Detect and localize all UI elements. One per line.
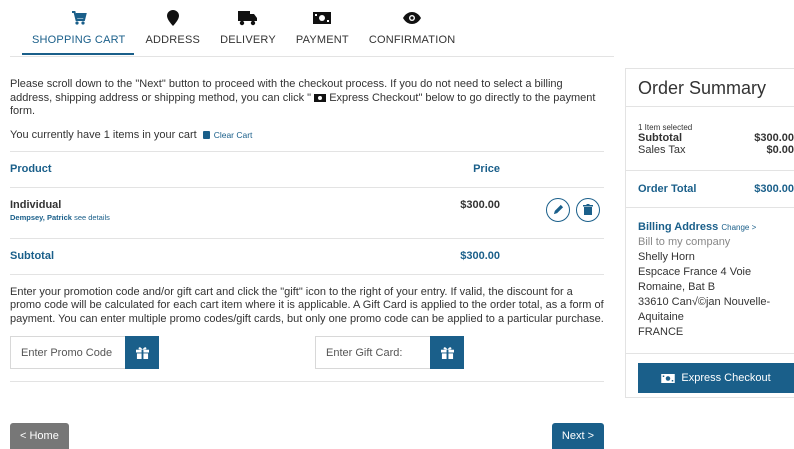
next-button[interactable]: Next >	[551, 423, 604, 449]
product-name: Individual	[10, 198, 62, 211]
cart-main: Please scroll down to the "Next" button …	[10, 78, 604, 382]
order-summary-title: Order Summary	[626, 69, 794, 107]
money-icon	[313, 8, 332, 28]
billing-line: FRANCE	[638, 326, 684, 338]
summary-total-label: Order Total	[638, 183, 697, 195]
summary-divider	[626, 353, 794, 354]
steps-divider	[10, 56, 614, 57]
order-summary: Order Summary 1 Item selected Subtotal $…	[625, 68, 794, 398]
step-shopping-cart[interactable]: SHOPPING CART	[22, 8, 135, 46]
product-header: Product	[10, 163, 52, 175]
billing-heading: Billing Address	[638, 221, 719, 233]
apply-gift-card-button[interactable]	[430, 336, 464, 369]
summary-tax-value: $0.00	[766, 144, 794, 156]
step-label: DELIVERY	[220, 34, 276, 46]
truck-icon	[237, 8, 258, 28]
subtotal-value: $300.00	[460, 250, 500, 262]
step-confirmation[interactable]: CONFIRMATION	[359, 8, 466, 46]
table-header: Product Price	[10, 152, 604, 188]
express-checkout-label: Express Checkout	[681, 372, 771, 384]
step-label: ADDRESS	[145, 34, 201, 46]
item-price: $300.00	[460, 198, 500, 211]
trash-icon[interactable]	[202, 130, 210, 139]
summary-total-line: Order Total $300.00	[638, 171, 794, 207]
gift-icon	[135, 347, 149, 359]
summary-total-value: $300.00	[754, 183, 794, 195]
billing-line: Aquitaine	[638, 311, 684, 323]
intro-text: Please scroll down to the "Next" button …	[10, 78, 604, 119]
active-step-indicator	[22, 53, 134, 55]
step-label: SHOPPING CART	[32, 34, 126, 46]
table-row: Individual Dempsey, Patrick see details …	[10, 188, 604, 239]
billing-line: Shelly Horn	[638, 251, 695, 263]
summary-subtotal-label: Subtotal	[638, 132, 682, 144]
subtotal-row: Subtotal $300.00	[10, 239, 604, 275]
money-icon	[661, 373, 676, 383]
eye-icon	[403, 8, 422, 28]
edit-item-button[interactable]	[546, 197, 570, 222]
gift-card-group	[315, 336, 464, 369]
delete-item-button[interactable]	[576, 197, 600, 222]
promo-row	[10, 336, 604, 382]
trash-icon	[583, 204, 593, 215]
subtotal-label: Subtotal	[10, 250, 54, 262]
summary-subtotal-value: $300.00	[754, 132, 794, 144]
money-icon	[314, 93, 327, 102]
billing-address: Billing Address Change > Bill to my comp…	[638, 208, 793, 340]
billing-line: Bill to my company	[638, 236, 731, 248]
map-pin-icon	[166, 8, 179, 28]
apply-promo-button[interactable]	[125, 336, 159, 369]
express-checkout-button[interactable]: Express Checkout	[638, 363, 794, 393]
promo-code-group	[10, 336, 159, 369]
promo-instructions: Enter your promotion code and/or gift ca…	[10, 285, 604, 325]
step-payment[interactable]: PAYMENT	[286, 8, 359, 46]
pencil-icon	[553, 204, 563, 215]
cart-icon	[71, 8, 87, 28]
cart-count: You currently have 1 items in your cart …	[10, 129, 604, 141]
price-header: Price	[473, 163, 500, 175]
gift-icon	[440, 347, 454, 359]
nav-buttons: < Home Next >	[10, 423, 604, 449]
checkout-steps: SHOPPING CART ADDRESS DELIVERY PAYMENT C…	[22, 8, 465, 46]
billing-line: 33610 Can√©jan Nouvelle-	[638, 296, 771, 308]
summary-subtotal-line: Subtotal $300.00	[638, 132, 794, 144]
step-delivery[interactable]: DELIVERY	[210, 8, 286, 46]
promo-code-input[interactable]	[10, 336, 125, 369]
cart-table: Product Price Individual Dempsey, Patric…	[10, 150, 604, 275]
items-selected: 1 Item selected	[638, 123, 693, 132]
see-details-link[interactable]: see details	[74, 213, 110, 222]
home-button[interactable]: < Home	[10, 423, 69, 449]
billing-line: Espcace France 4 Voie	[638, 266, 752, 278]
billing-line: Romaine, Bat B	[638, 281, 716, 293]
clear-cart-link[interactable]: Clear Cart	[214, 130, 253, 140]
change-billing-link[interactable]: Change >	[721, 223, 756, 232]
step-label: PAYMENT	[295, 34, 349, 46]
customer-name: Dempsey, Patrick	[10, 212, 72, 222]
cart-count-text: You currently have 1 items in your cart	[10, 128, 197, 141]
step-address[interactable]: ADDRESS	[135, 8, 210, 46]
summary-tax-line: Sales Tax $0.00	[638, 144, 794, 156]
step-label: CONFIRMATION	[368, 34, 456, 46]
summary-tax-label: Sales Tax	[638, 144, 686, 156]
gift-card-input[interactable]	[315, 336, 430, 369]
